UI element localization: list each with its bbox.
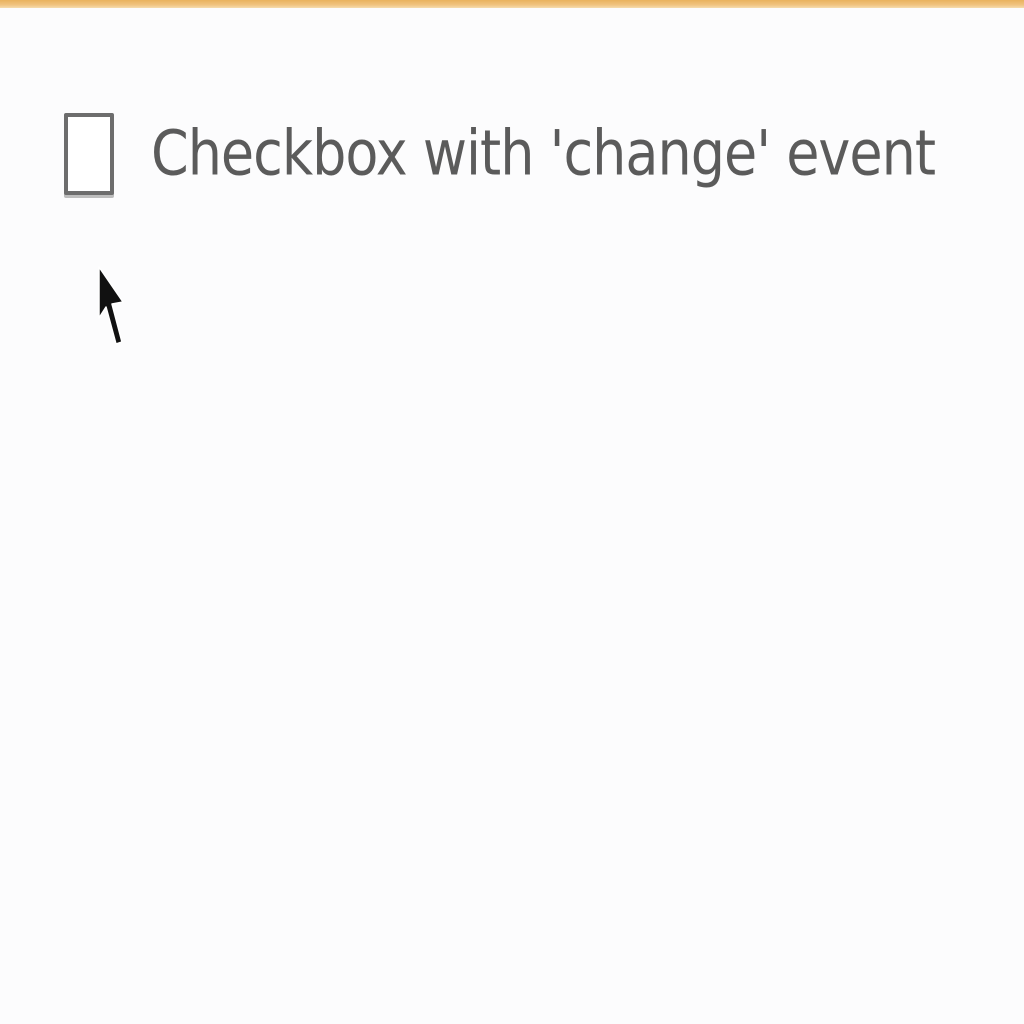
change-event-checkbox[interactable] [64, 113, 114, 195]
checkbox-row[interactable]: Checkbox with 'change' event [64, 108, 936, 200]
top-accent-bar [0, 0, 1024, 8]
arrow-pointer-icon [98, 266, 124, 345]
page: Checkbox with 'change' event [0, 0, 1024, 1024]
change-event-checkbox-label[interactable]: Checkbox with 'change' event [151, 101, 936, 207]
